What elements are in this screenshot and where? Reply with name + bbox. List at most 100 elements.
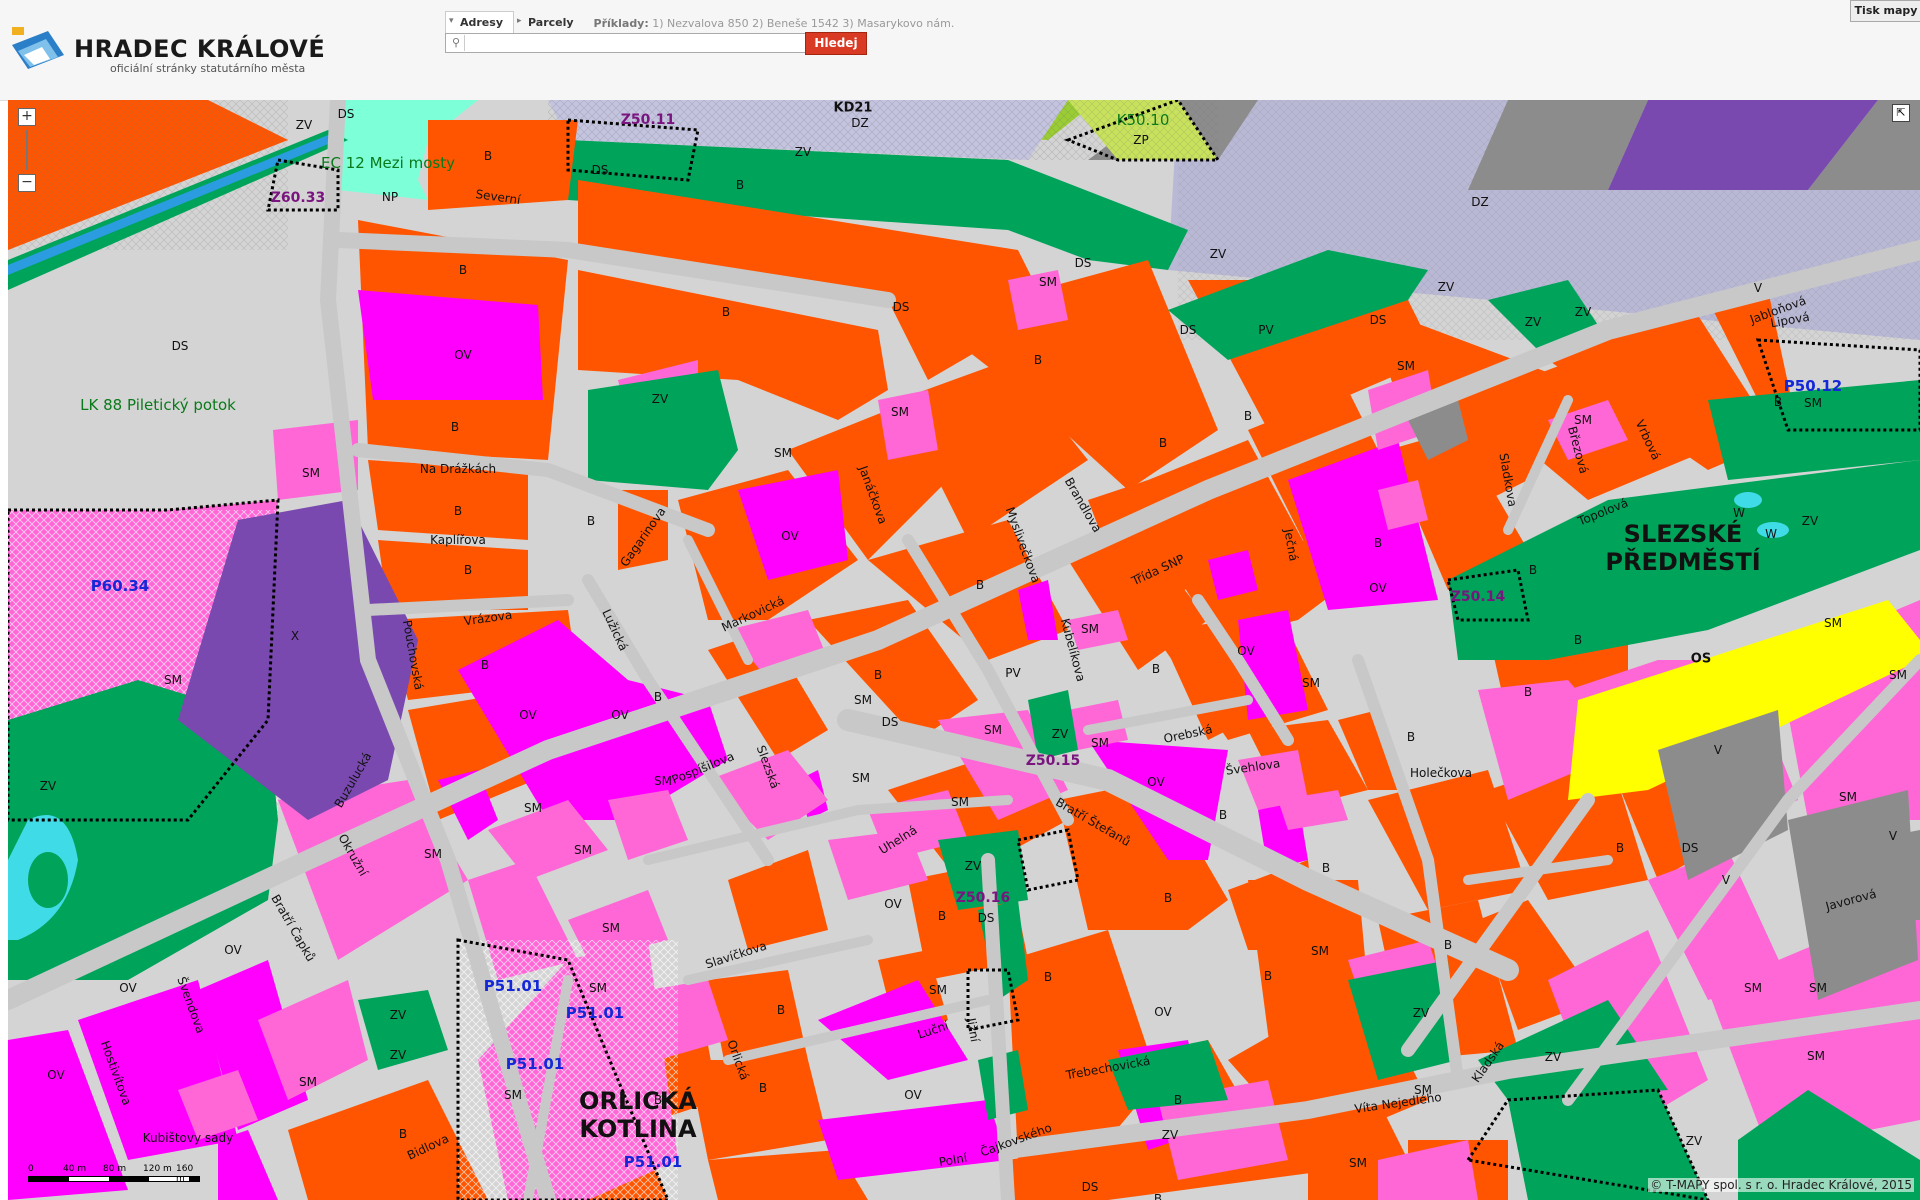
code-label: ZV (295, 118, 313, 132)
code-label: ZV (651, 392, 669, 406)
code-label: SM (1744, 981, 1762, 995)
code-label: DS (1074, 256, 1092, 270)
search-box: ⚲ (445, 33, 807, 54)
code-label: B (1263, 969, 1273, 983)
code-label: SM (589, 981, 607, 995)
label-p5101-b: P51.01 (565, 1004, 625, 1022)
code-label: B (776, 1003, 786, 1017)
code-label: W (1765, 527, 1777, 541)
scale-tick: 80 m (103, 1164, 127, 1174)
code-label: W (1733, 506, 1745, 520)
zoom-in-button[interactable]: + (18, 108, 36, 126)
code-label: SM (929, 983, 947, 997)
code-label: B (453, 504, 463, 518)
district-label-slezske: SLEZSKÉ PŘEDMĚSTÍ (1605, 520, 1760, 576)
code-label: SM (1397, 359, 1415, 373)
label-p5101-a: P51.01 (483, 977, 543, 995)
code-label: ZV (1051, 727, 1069, 741)
code-label: DS (337, 107, 355, 121)
code-label: B (1218, 808, 1228, 822)
code-label: SM (951, 795, 969, 809)
label-k5010: K50.10 (1116, 111, 1170, 129)
code-label: B (758, 1081, 768, 1095)
page-header: HRADEC KRÁLOVÉ oficiální stránky statutá… (0, 0, 1920, 101)
label-z5016: Z50.16 (955, 890, 1011, 906)
code-label: OV (1154, 1005, 1172, 1019)
code-label: X (290, 629, 300, 643)
tab-parcely[interactable]: Parcely (514, 12, 584, 34)
code-label: B (975, 578, 985, 592)
code-label: OV (224, 943, 242, 957)
code-label: ZV (1161, 1128, 1179, 1142)
code-label: B (1158, 436, 1168, 450)
label-p5101-d: P51.01 (623, 1153, 683, 1171)
label-lk88: LK 88 Piletický potok (80, 396, 236, 414)
code-label: B (653, 1093, 663, 1107)
code-label: V (1753, 281, 1763, 295)
code-label: ZV (1412, 1006, 1430, 1020)
street-label: Holečkova (1410, 766, 1472, 780)
examples-text: 1) Nezvalova 850 2) Beneše 1542 3) Masar… (652, 16, 955, 30)
code-label: SM (1889, 668, 1907, 682)
code-label: OV (904, 1088, 922, 1102)
code-label: PV (1258, 323, 1274, 337)
zoom-out-button[interactable]: − (18, 174, 36, 192)
code-label: SM (1809, 981, 1827, 995)
street-label: Na Drážkách (419, 462, 497, 476)
code-label: ZP (1133, 133, 1149, 147)
code-label: SM (1839, 790, 1857, 804)
code-label: B (480, 658, 490, 672)
code-label: OV (1237, 644, 1255, 658)
code-label: B (586, 514, 596, 528)
zoning-map[interactable]: SLEZSKÉ PŘEDMĚSTÍ ORLICKÁ KOTLINA LK 88 Pi… (8, 100, 1920, 1200)
search-input[interactable] (468, 34, 802, 54)
tab-adresy[interactable]: Adresy (445, 11, 514, 35)
map-copyright: © T-MAPY spol. s r. o. Hradec Králové, 2… (1648, 1178, 1914, 1192)
code-label: B (1173, 1093, 1183, 1107)
label-p6034: P60.34 (90, 577, 150, 595)
code-label: B (1523, 685, 1533, 699)
logo-title[interactable]: HRADEC KRÁLOVÉ (74, 35, 325, 63)
code-label: B (653, 690, 663, 704)
code-label: B (1321, 861, 1331, 875)
code-label: DS (1369, 313, 1387, 327)
search-icon: ⚲ (448, 35, 465, 51)
code-label: B (735, 178, 745, 192)
code-label: OS (1690, 651, 1712, 667)
fullscreen-icon[interactable]: ⇱ (1892, 104, 1910, 122)
code-label: ZV (1524, 315, 1542, 329)
code-label: DZ (851, 116, 869, 130)
city-logo-icon[interactable] (10, 25, 70, 80)
map-canvas (8, 100, 1920, 1200)
code-label: OV (611, 708, 629, 722)
district-line: ORLICKÁ (579, 1087, 697, 1115)
scale-bar: 0 40 m 80 m 120 m 160 m (28, 1164, 200, 1184)
code-label: OV (47, 1068, 65, 1082)
search-button[interactable]: Hledej (805, 32, 867, 55)
code-label: SM (1824, 616, 1842, 630)
street-label: Kubištovy sady (142, 1131, 234, 1145)
scale-tick: 120 m (143, 1164, 172, 1174)
code-label: ZV (389, 1008, 407, 1022)
code-label: DS (591, 163, 609, 177)
code-label: OV (519, 708, 537, 722)
code-label: B (1573, 633, 1583, 647)
print-map-button[interactable]: Tisk mapy (1850, 0, 1920, 22)
code-label: SM (852, 771, 870, 785)
code-label: KD21 (833, 100, 873, 116)
code-label: SM (1302, 676, 1320, 690)
code-label: B (483, 149, 493, 163)
code-label: B (1528, 563, 1538, 577)
code-label: ZV (1437, 280, 1455, 294)
code-label: ZV (1574, 305, 1592, 319)
code-label: B (1373, 536, 1383, 550)
label-z5011: Z50.11 (620, 112, 676, 128)
code-label: B (1151, 662, 1161, 676)
district-label-orlicka: ORLICKÁ KOTLINA (579, 1087, 697, 1143)
code-label: ZV (389, 1048, 407, 1062)
code-label: B (1243, 409, 1253, 423)
code-label: SM (1311, 944, 1329, 958)
code-label: ZV (794, 145, 812, 159)
code-label: SM (1081, 622, 1099, 636)
zoom-slider[interactable] (26, 130, 28, 170)
